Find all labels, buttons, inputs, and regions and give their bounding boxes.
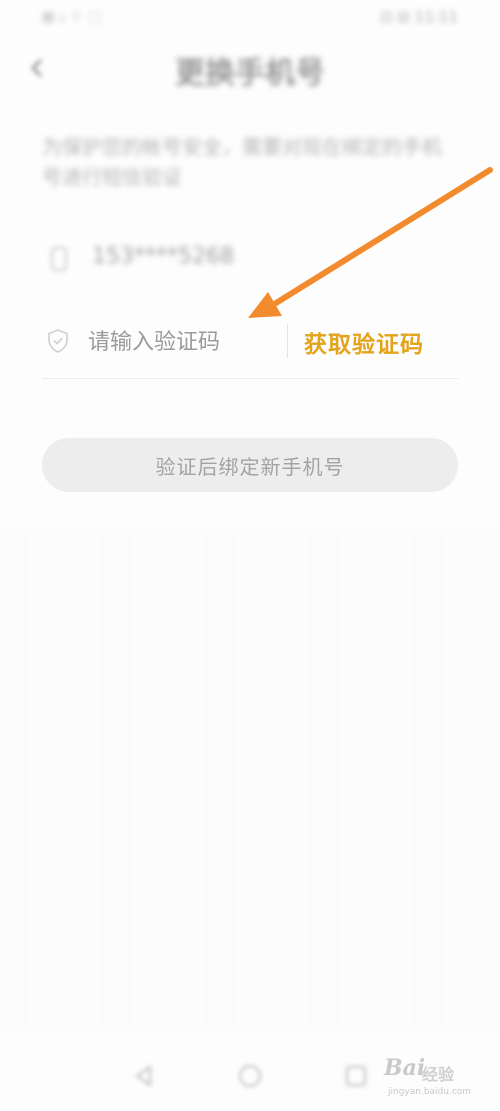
verification-code-input[interactable] (88, 322, 284, 362)
verification-code-row: 获取验证码 (42, 310, 458, 379)
status-right: ⊡ ⊟ 11:11 (380, 8, 458, 26)
baidu-watermark: Bai 经验 jingyan.baidu.com (380, 1053, 490, 1109)
watermark-brand: Bai (384, 1055, 426, 1081)
field-divider (287, 324, 288, 358)
status-left: ⊠ ᵢₗ ⌔ ⬚ (42, 8, 103, 26)
page-title: 更换手机号 (175, 56, 325, 91)
verification-notice: 为保护您的帐号安全，需要对现在绑定的手机号进行短信验证 (42, 135, 442, 189)
phone-icon (48, 246, 70, 272)
back-triangle-icon[interactable] (130, 1062, 158, 1090)
header: 更换手机号 (0, 34, 500, 104)
status-bar: ⊠ ᵢₗ ⌔ ⬚ ⊡ ⊟ 11:11 (0, 0, 500, 34)
watermark-sub: 经验 (422, 1065, 455, 1084)
recent-square-icon[interactable] (342, 1062, 370, 1090)
blank-area (0, 530, 500, 1030)
current-phone-number: 153****5268 (92, 244, 234, 269)
shield-icon (46, 328, 70, 354)
watermark-url: jingyan.baidu.com (388, 1087, 472, 1097)
current-phone-row: 153****5268 (42, 232, 458, 288)
verify-bind-button[interactable]: 验证后绑定新手机号 (42, 438, 458, 492)
home-circle-icon[interactable] (236, 1062, 264, 1090)
get-code-button[interactable]: 获取验证码 (304, 320, 464, 364)
